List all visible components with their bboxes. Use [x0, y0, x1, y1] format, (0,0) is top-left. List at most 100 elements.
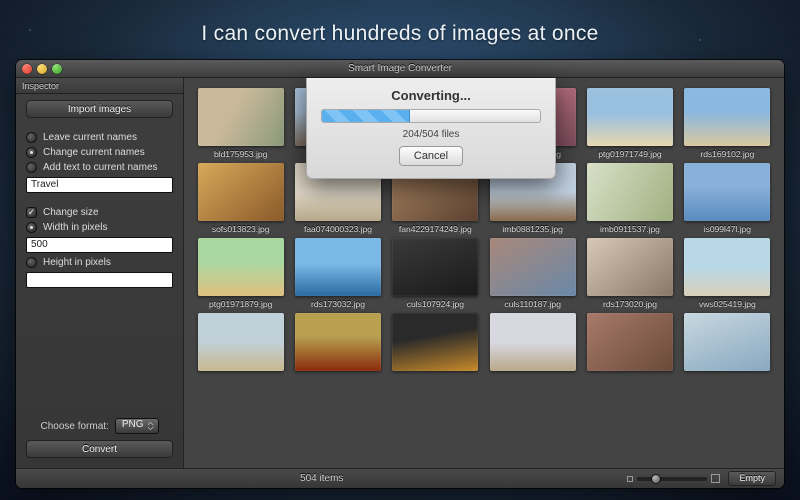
thumbnail-filename: rds169102.jpg	[700, 149, 754, 159]
thumbnail-cell[interactable]	[293, 313, 382, 374]
progress-title: Converting...	[391, 88, 470, 103]
thumbnail-cell[interactable]: ptg01971879.jpg	[196, 238, 285, 309]
item-count: 504 items	[300, 473, 343, 484]
zoom-slider[interactable]	[627, 474, 720, 483]
thumbnail-image[interactable]	[587, 88, 673, 146]
thumbnail-filename: rds173032.jpg	[311, 299, 365, 309]
radio-label: Change current names	[43, 147, 145, 158]
thumbnail-filename: is099l47l.jpg	[704, 224, 751, 234]
thumbnail-cell[interactable]: culs107924.jpg	[391, 238, 480, 309]
thumbnail-cell[interactable]	[196, 313, 285, 374]
thumbnail-cell[interactable]: bld175953.jpg	[196, 88, 285, 159]
name-option-leave[interactable]: Leave current names	[26, 132, 173, 143]
thumbnail-filename: imb0911537.jpg	[600, 224, 660, 234]
radio-icon	[26, 257, 37, 268]
thumbnail-filename: culs107924.jpg	[407, 299, 464, 309]
thumbnail-image[interactable]	[684, 313, 770, 371]
thumbnail-filename: imb0881235.jpg	[502, 224, 563, 234]
thumbnail-cell[interactable]: rds173032.jpg	[293, 238, 382, 309]
thumbnail-cell[interactable]: culs110187.jpg	[488, 238, 577, 309]
thumbnail-image[interactable]	[198, 163, 284, 221]
thumbnail-image[interactable]	[684, 238, 770, 296]
size-mode-width[interactable]: Width in pixels	[26, 222, 173, 233]
thumbnail-cell[interactable]: vws025419.jpg	[683, 238, 772, 309]
thumbnail-image[interactable]	[587, 163, 673, 221]
format-label: Choose format:	[40, 421, 108, 432]
thumbnail-image[interactable]	[587, 313, 673, 371]
thumbnail-filename: faa074000323.jpg	[304, 224, 372, 234]
format-row: Choose format: PNG	[26, 418, 173, 434]
empty-button[interactable]: Empty	[728, 471, 776, 486]
width-input[interactable]: 500	[26, 237, 173, 253]
thumbnail-image[interactable]	[490, 313, 576, 371]
size-mode-height[interactable]: Height in pixels	[26, 257, 173, 268]
thumbnail-cell[interactable]: rds169102.jpg	[683, 88, 772, 159]
change-size-checkbox[interactable]: Change size	[26, 207, 173, 218]
thumbnail-filename: culs110187.jpg	[504, 299, 561, 309]
close-icon[interactable]	[22, 64, 32, 74]
thumbnail-image[interactable]	[392, 238, 478, 296]
radio-label: Leave current names	[43, 132, 137, 143]
thumbnail-cell[interactable]	[391, 313, 480, 374]
thumbnail-image[interactable]	[684, 88, 770, 146]
thumbnail-filename: rds173020.jpg	[603, 299, 657, 309]
convert-button[interactable]: Convert	[26, 440, 173, 458]
thumbnail-cell[interactable]: is099l47l.jpg	[683, 163, 772, 234]
radio-label: Height in pixels	[43, 257, 111, 268]
radio-icon	[26, 147, 37, 158]
name-option-change[interactable]: Change current names	[26, 147, 173, 158]
radio-icon	[26, 162, 37, 173]
inspector-header: Inspector	[16, 78, 183, 94]
zoom-small-icon	[627, 476, 633, 482]
status-bar: 504 items Empty	[16, 468, 784, 488]
zoom-knob[interactable]	[651, 474, 661, 484]
traffic-lights	[22, 64, 62, 74]
zoom-track[interactable]	[637, 477, 707, 481]
progress-sheet: Converting... 204/504 files Cancel	[306, 78, 556, 179]
thumbnail-image[interactable]	[295, 238, 381, 296]
radio-icon	[26, 132, 37, 143]
thumbnail-cell[interactable]	[683, 313, 772, 374]
thumbnail-filename: sofs013823.jpg	[212, 224, 270, 234]
thumbnail-filename: fan4229174249.jpg	[399, 224, 472, 234]
radio-label: Add text to current names	[43, 162, 158, 173]
window-title: Smart Image Converter	[16, 63, 784, 74]
minimize-icon[interactable]	[37, 64, 47, 74]
format-select[interactable]: PNG	[115, 418, 159, 434]
name-option-addtext[interactable]: Add text to current names	[26, 162, 173, 173]
marketing-tagline: I can convert hundreds of images at once	[0, 22, 800, 46]
progress-text: 204/504 files	[403, 129, 460, 140]
thumbnail-cell[interactable]: rds173020.jpg	[585, 238, 674, 309]
thumbnail-image[interactable]	[198, 88, 284, 146]
thumbnail-image[interactable]	[392, 313, 478, 371]
inspector-sidebar: Inspector Import images Leave current na…	[16, 78, 184, 468]
checkbox-label: Change size	[43, 207, 99, 218]
progress-bar	[321, 109, 541, 123]
import-images-button[interactable]: Import images	[26, 100, 173, 118]
thumbnail-image[interactable]	[198, 238, 284, 296]
thumbnail-filename: bld175953.jpg	[214, 149, 267, 159]
cancel-button[interactable]: Cancel	[399, 146, 463, 166]
thumbnail-filename: vws025419.jpg	[699, 299, 756, 309]
thumbnail-image[interactable]	[490, 238, 576, 296]
checkbox-icon	[26, 207, 37, 218]
zoom-large-icon	[711, 474, 720, 483]
thumbnail-image[interactable]	[587, 238, 673, 296]
thumbnail-filename: ptg01971749.jpg	[598, 149, 661, 159]
radio-icon	[26, 222, 37, 233]
thumbnail-cell[interactable]: imb0911537.jpg	[585, 163, 674, 234]
zoom-icon[interactable]	[52, 64, 62, 74]
thumbnail-image[interactable]	[295, 313, 381, 371]
thumbnail-cell[interactable]	[585, 313, 674, 374]
titlebar[interactable]: Smart Image Converter	[16, 60, 784, 78]
name-text-input[interactable]: Travel	[26, 177, 173, 193]
thumbnail-image[interactable]	[684, 163, 770, 221]
progress-fill	[322, 110, 410, 122]
thumbnail-cell[interactable]	[488, 313, 577, 374]
thumbnail-cell[interactable]: ptg01971749.jpg	[585, 88, 674, 159]
thumbnail-image[interactable]	[198, 313, 284, 371]
thumbnail-cell[interactable]: sofs013823.jpg	[196, 163, 285, 234]
thumbnail-filename: ptg01971879.jpg	[209, 299, 272, 309]
height-input[interactable]	[26, 272, 173, 288]
radio-label: Width in pixels	[43, 222, 107, 233]
